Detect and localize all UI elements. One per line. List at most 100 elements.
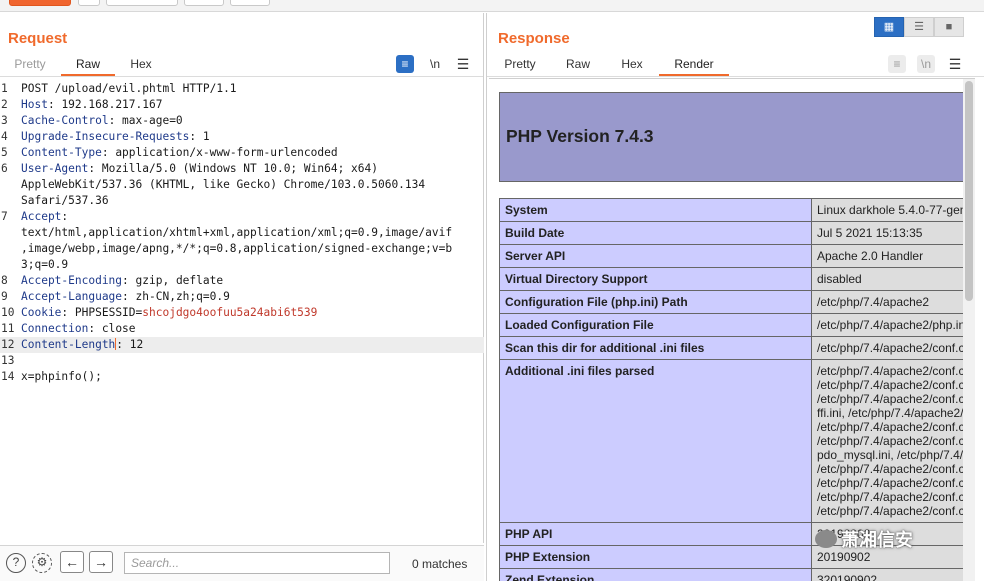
phpinfo-value-line: /etc/php/7.4/apache2/conf.c [817,378,965,392]
stacked-layout-icon[interactable]: ☰ [904,17,934,37]
editor-line[interactable]: 6 User-Agent: Mozilla/5.0 (Windows NT 10.… [0,161,484,177]
toolbar-button[interactable] [106,0,178,6]
line-number: 8 [1,274,8,287]
editor-line[interactable]: 3;q=0.9 [0,257,484,273]
header-name: Content-Type [21,146,102,159]
editor-line[interactable]: 13 [0,353,484,369]
previous-match-button[interactable]: ← [60,551,84,573]
editor-line[interactable]: 8 Accept-Encoding: gzip, deflate [0,273,484,289]
tab-hex[interactable]: Hex [120,56,162,76]
tab-pretty[interactable]: Pretty [495,56,545,76]
rendered-response: PHP Version 7.4.3 System Linux darkhole 5… [489,78,975,581]
phpinfo-value-line: /etc/php/7.4/apache2/conf.c [817,434,965,448]
match-count: 0 matches [412,557,468,571]
phpinfo-value-line: 320190902 [817,573,878,581]
phpinfo-value-line: Jul 5 2021 15:13:35 [817,226,923,240]
phpinfo-value-line: /etc/php/7.4/apache2/conf.c [817,364,965,378]
line-text: Connection: close [21,322,136,335]
text-cursor [115,338,117,350]
line-text: User-Agent: Mozilla/5.0 (Windows NT 10.0… [21,162,378,175]
editor-line[interactable]: 5 Content-Type: application/x-www-form-ur… [0,145,484,161]
phpinfo-value-line: /etc/php/7.4/apache2/conf.c [817,341,965,355]
php-version-header: PHP Version 7.4.3 [499,92,973,182]
phpinfo-value: Jul 5 2021 15:13:35 [811,221,973,245]
wechat-icon [815,530,837,548]
phpinfo-value-line: /etc/php/7.4/apache2/conf.c [817,392,965,406]
editor-line[interactable]: 11 Connection: close [0,321,484,337]
phpinfo-value-line: disabled [817,272,862,286]
editor-line[interactable]: 12 Content-Length: 12 [0,337,484,353]
php-version-title: PHP Version 7.4.3 [506,126,654,146]
wrap-icon: ≡ [888,55,906,73]
response-pane: ▦ ☰ ■ Response Pretty Raw Hex Render ≡ \… [486,13,984,581]
search-input[interactable]: Search... [124,552,390,574]
help-icon[interactable]: ? [6,553,26,573]
editor-line[interactable]: AppleWebKit/537.36 (KHTML, like Gecko) C… [0,177,484,193]
send-button[interactable] [9,0,71,6]
line-number: 2 [1,98,8,111]
line-number: 5 [1,146,8,159]
phpinfo-row: Build Date Jul 5 2021 15:13:35 [499,221,973,245]
phpinfo-key: Scan this dir for additional .ini files [499,336,812,360]
editor-line[interactable]: text/html,application/xhtml+xml,applicat… [0,225,484,241]
phpinfo-value-line: /etc/php/7.4/apache2/conf.c [817,476,965,490]
phpinfo-value: 320190902 [811,568,973,581]
line-number: 6 [1,162,8,175]
toolbar-button[interactable] [78,0,100,6]
phpinfo-value-line: /etc/php/7.4/apache2/conf.c [817,490,965,504]
newline-toggle-icon[interactable]: \n [426,55,444,73]
phpinfo-value-line: /etc/php/7.4/apache2 [817,295,930,309]
tab-hex[interactable]: Hex [611,56,653,76]
line-number: 3 [1,114,8,127]
header-name: Connection [21,322,89,335]
header-name: Upgrade-Insecure-Requests [21,130,190,143]
request-pane: Request Pretty Raw Hex ≡ \n ☰ 1 POST /upl… [0,13,484,543]
editor-line[interactable]: 7 Accept: [0,209,484,225]
phpinfo-value: Linux darkhole 5.4.0-77-gen [811,198,973,222]
line-text: POST /upload/evil.phtml HTTP/1.1 [21,82,237,95]
phpinfo-key: Build Date [499,221,812,245]
header-value: close [95,322,136,335]
tabs-divider [487,76,984,77]
line-number: 12 [1,338,15,351]
toolbar-button[interactable] [184,0,224,6]
menu-icon[interactable]: ☰ [454,55,472,73]
request-editor[interactable]: 1 POST /upload/evil.phtml HTTP/1.1 2 Host: … [0,81,484,385]
header-value: 1 [196,130,210,143]
phpinfo-value-line: pdo_mysql.ini, /etc/php/7.4/ [817,448,964,462]
tab-pretty[interactable]: Pretty [5,56,55,76]
wrap-icon[interactable]: ≡ [396,55,414,73]
tab-raw[interactable]: Raw [557,56,599,76]
editor-line[interactable]: 3 Cache-Control: max-age=0 [0,113,484,129]
request-title: Request [8,30,68,47]
editor-line[interactable]: 10 Cookie: PHPSESSID=shcojdgo4oofuu5a24ab… [0,305,484,321]
phpinfo-value: /etc/php/7.4/apache2/php.in [811,313,973,337]
line-number: 13 [1,354,15,367]
gear-icon[interactable]: ⚙ [32,553,52,573]
header-name: Accept [21,210,62,223]
editor-line[interactable]: ,image/webp,image/apng,*/*;q=0.8,applica… [0,241,484,257]
phpinfo-value: Apache 2.0 Handler [811,244,973,268]
phpinfo-value-line: 20190902 [817,550,871,564]
scrollbar-thumb[interactable] [965,81,973,301]
tab-raw[interactable]: Raw [61,56,115,76]
phpinfo-row: Virtual Directory Support disabled [499,267,973,291]
editor-line[interactable]: 1 POST /upload/evil.phtml HTTP/1.1 [0,81,484,97]
next-match-button[interactable]: → [89,551,113,573]
single-pane-layout-icon[interactable]: ■ [934,17,964,37]
phpinfo-value-line: /etc/php/7.4/apache2/conf.c [817,462,965,476]
editor-line[interactable]: Safari/537.36 [0,193,484,209]
phpinfo-value: /etc/php/7.4/apache2 [811,290,973,314]
editor-line[interactable]: 4 Upgrade-Insecure-Requests: 1 [0,129,484,145]
editor-line[interactable]: 9 Accept-Language: zh-CN,zh;q=0.9 [0,289,484,305]
menu-icon[interactable]: ☰ [946,55,964,73]
side-by-side-layout-icon[interactable]: ▦ [874,17,904,37]
watermark-text: 萧湘信安 [841,530,913,550]
phpinfo-table: System Linux darkhole 5.4.0-77-gen Build D… [499,198,973,581]
tab-render[interactable]: Render [659,56,729,76]
toolbar-button[interactable] [230,0,270,6]
render-scrollbar[interactable] [963,79,975,581]
line-text: Host: 192.168.217.167 [21,98,163,111]
editor-line[interactable]: 14 x=phpinfo(); [0,369,484,385]
editor-line[interactable]: 2 Host: 192.168.217.167 [0,97,484,113]
